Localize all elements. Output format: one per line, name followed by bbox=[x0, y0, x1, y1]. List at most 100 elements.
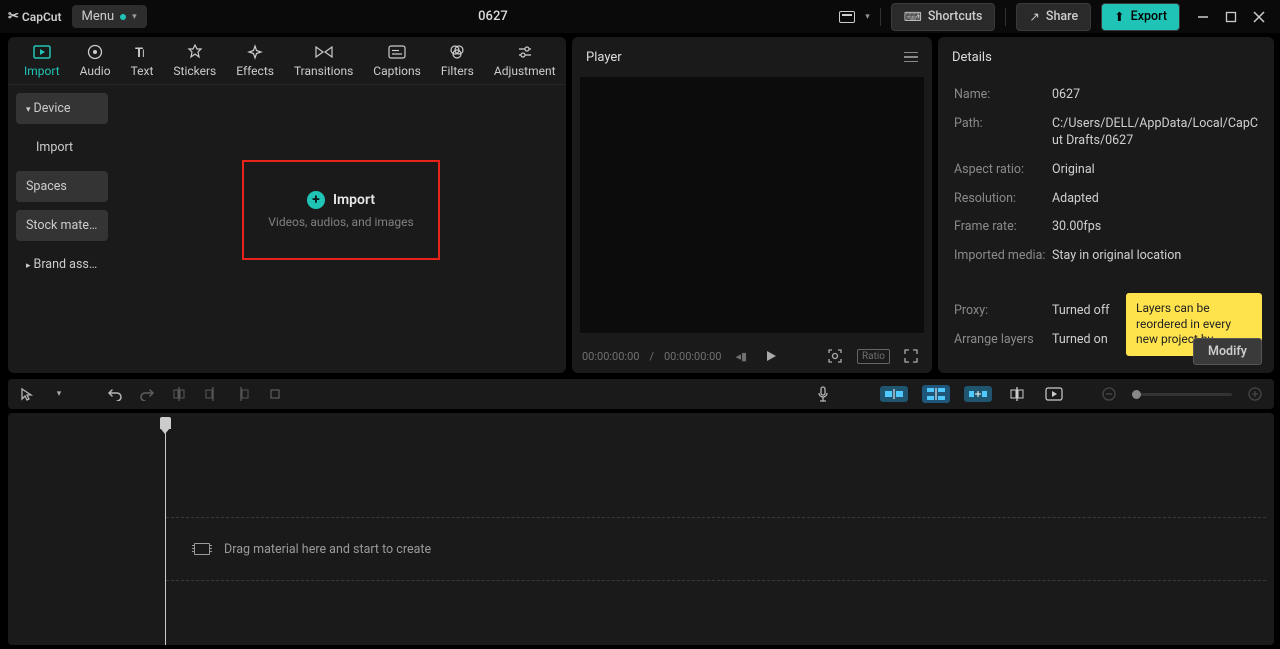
tab-label: Effects bbox=[236, 64, 274, 78]
transitions-icon bbox=[315, 43, 333, 61]
sidebar-item-brand-assets[interactable]: ▸Brand assets bbox=[16, 249, 108, 280]
timeline-toolbar: ▾ bbox=[8, 379, 1274, 409]
media-drop-zone: + Import Videos, audios, and images bbox=[116, 85, 566, 373]
player-viewport[interactable] bbox=[580, 77, 924, 333]
chevron-right-icon: ▸ bbox=[26, 261, 31, 271]
tab-import[interactable]: Import bbox=[14, 37, 70, 84]
tab-label: Transitions bbox=[294, 64, 353, 78]
zoom-out-icon[interactable] bbox=[1100, 385, 1118, 403]
tab-transitions[interactable]: Transitions bbox=[284, 37, 363, 84]
tab-label: Adjustment bbox=[494, 64, 556, 78]
timeline[interactable]: Drag material here and start to create bbox=[8, 413, 1274, 645]
media-body: ▾Device Import Spaces Stock mate... ▸Bra… bbox=[8, 85, 566, 373]
time-separator: / bbox=[649, 350, 654, 363]
sidebar-item-spaces[interactable]: Spaces bbox=[16, 171, 108, 202]
project-title: 0627 bbox=[157, 9, 830, 24]
snap-all-tracks-icon[interactable] bbox=[922, 385, 950, 403]
align-center-icon[interactable] bbox=[1006, 384, 1028, 404]
sidebar-item-device[interactable]: ▾Device bbox=[16, 93, 108, 124]
split-icon[interactable] bbox=[170, 385, 188, 403]
player-header: Player bbox=[572, 37, 932, 77]
app-logo: ✂ CapCut bbox=[8, 9, 62, 24]
tab-label: Text bbox=[131, 64, 154, 78]
import-title-row: + Import bbox=[307, 191, 375, 209]
drag-hint-text: Drag material here and start to create bbox=[224, 542, 431, 557]
layout-button[interactable] bbox=[839, 11, 855, 23]
video-track-placeholder[interactable]: Drag material here and start to create bbox=[166, 517, 1266, 581]
media-panel: Import Audio TI Text Stickers Effects Tr… bbox=[8, 37, 566, 373]
plus-icon: + bbox=[307, 191, 325, 209]
svg-text:I: I bbox=[142, 49, 145, 60]
titlebar-actions: ▾ ⌨ Shortcuts ↗ Share ⬆ Export bbox=[839, 3, 1272, 31]
detail-row-resolution: Resolution:Adapted bbox=[954, 191, 1258, 208]
tab-audio[interactable]: Audio bbox=[70, 37, 121, 84]
time-current: 00:00:00:00 bbox=[582, 350, 639, 363]
sidebar-item-import[interactable]: Import bbox=[16, 132, 108, 163]
share-button[interactable]: ↗ Share bbox=[1016, 3, 1091, 31]
export-button[interactable]: ⬆ Export bbox=[1101, 3, 1180, 31]
play-icon[interactable] bbox=[761, 348, 781, 364]
details-header: Details bbox=[938, 37, 1274, 77]
maximize-button[interactable] bbox=[1224, 10, 1238, 24]
menu-label: Menu bbox=[82, 9, 115, 24]
adjustment-icon bbox=[516, 43, 534, 61]
details-title: Details bbox=[952, 50, 992, 65]
tab-label: Audio bbox=[80, 64, 111, 78]
menu-button[interactable]: Menu ▾ bbox=[72, 5, 147, 28]
divider bbox=[1005, 8, 1006, 26]
tab-filters[interactable]: Filters bbox=[431, 37, 484, 84]
snap-magnet-icon[interactable] bbox=[964, 386, 992, 402]
zoom-slider[interactable] bbox=[1132, 393, 1232, 396]
tab-stickers[interactable]: Stickers bbox=[163, 37, 226, 84]
window-controls bbox=[1190, 10, 1272, 24]
chevron-down-icon[interactable]: ▾ bbox=[865, 12, 870, 22]
import-drop-target[interactable]: + Import Videos, audios, and images bbox=[242, 160, 440, 260]
shortcuts-label: Shortcuts bbox=[928, 9, 983, 24]
film-icon bbox=[194, 543, 210, 555]
divider bbox=[880, 8, 881, 26]
player-controls: 00:00:00:00 / 00:00:00:00 ◂▮ Ratio bbox=[572, 339, 932, 373]
chevron-down-icon: ▾ bbox=[26, 105, 31, 115]
delete-left-icon[interactable] bbox=[202, 385, 220, 403]
fullscreen-icon[interactable] bbox=[900, 347, 922, 365]
timeline-ruler[interactable] bbox=[8, 413, 1274, 447]
selection-tool-icon[interactable] bbox=[18, 385, 36, 403]
tab-effects[interactable]: Effects bbox=[226, 37, 284, 84]
player-menu-icon[interactable] bbox=[904, 52, 918, 63]
import-title: Import bbox=[333, 192, 375, 208]
close-button[interactable] bbox=[1252, 10, 1266, 24]
undo-icon[interactable] bbox=[106, 385, 124, 403]
stickers-icon bbox=[186, 43, 204, 61]
tab-adjustment[interactable]: Adjustment bbox=[484, 37, 566, 84]
redo-icon[interactable] bbox=[138, 385, 156, 403]
preview-render-icon[interactable] bbox=[1042, 384, 1066, 404]
player-panel: Player 00:00:00:00 / 00:00:00:00 ◂▮ Rati… bbox=[572, 37, 932, 373]
delete-icon[interactable] bbox=[266, 385, 284, 403]
detail-row-aspect: Aspect ratio:Original bbox=[954, 162, 1258, 179]
export-icon: ⬆ bbox=[1114, 9, 1124, 25]
text-icon: TI bbox=[133, 43, 151, 61]
details-panel: Details Name:0627 Path:C:/Users/DELL/App… bbox=[938, 37, 1274, 373]
microphone-icon[interactable] bbox=[814, 385, 832, 403]
tab-captions[interactable]: Captions bbox=[363, 37, 431, 84]
time-total: 00:00:00:00 bbox=[664, 350, 721, 363]
zoom-thumb[interactable] bbox=[1132, 390, 1141, 399]
modify-button[interactable]: Modify bbox=[1193, 338, 1262, 365]
tab-text[interactable]: TI Text bbox=[121, 37, 164, 84]
sidebar-item-stock-material[interactable]: Stock mate... bbox=[16, 210, 108, 241]
share-label: Share bbox=[1046, 9, 1078, 24]
delete-right-icon[interactable] bbox=[234, 385, 252, 403]
titlebar: ✂ CapCut Menu ▾ 0627 ▾ ⌨ Shortcuts ↗ Sha… bbox=[0, 0, 1280, 33]
import-icon bbox=[33, 43, 51, 61]
audio-icon bbox=[86, 43, 104, 61]
snap-main-track-icon[interactable] bbox=[880, 386, 908, 402]
scan-icon[interactable] bbox=[823, 346, 847, 366]
ratio-button[interactable]: Ratio bbox=[857, 349, 890, 364]
zoom-in-icon[interactable] bbox=[1246, 385, 1264, 403]
prev-frame-icon[interactable]: ◂▮ bbox=[731, 348, 751, 365]
minimize-button[interactable] bbox=[1196, 10, 1210, 24]
tab-label: Captions bbox=[373, 64, 421, 78]
shortcuts-button[interactable]: ⌨ Shortcuts bbox=[891, 3, 996, 31]
chevron-down-icon[interactable]: ▾ bbox=[50, 385, 68, 403]
logo-icon: ✂ bbox=[8, 9, 19, 24]
